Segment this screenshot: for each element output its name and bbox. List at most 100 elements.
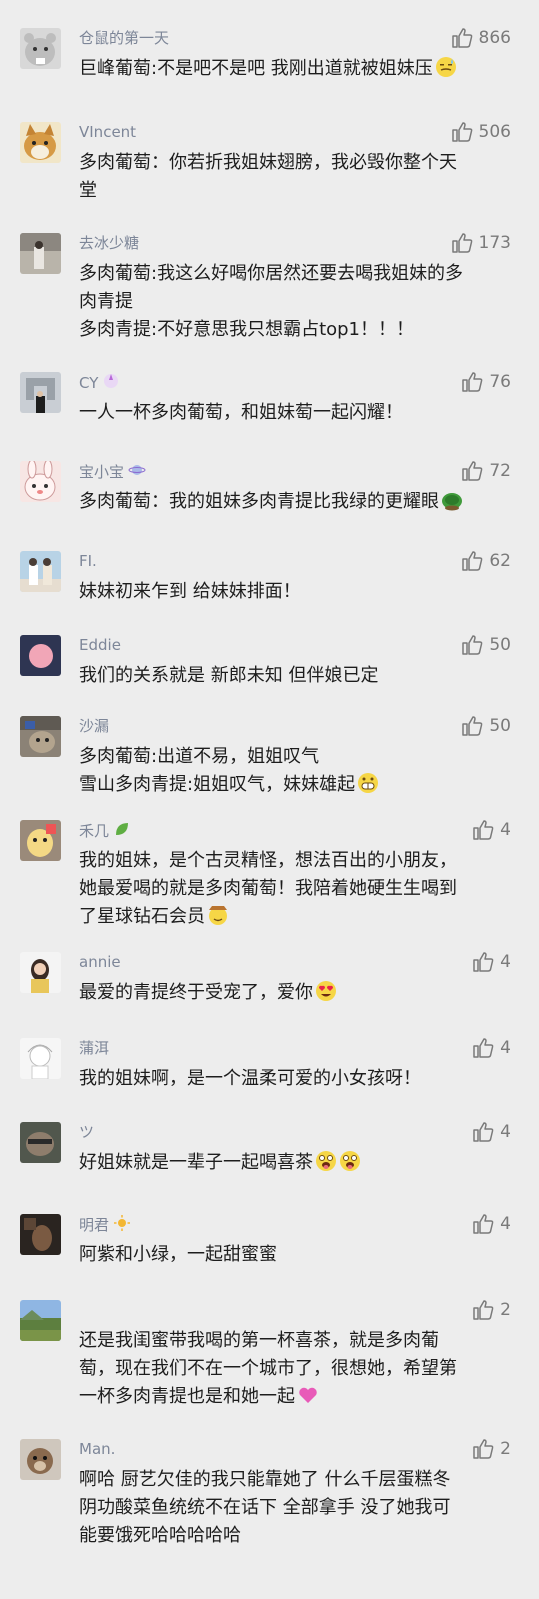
comment-line: 妹妹初来乍到 给妹妹排面！ [79, 581, 301, 602]
avatar[interactable] [20, 1300, 61, 1341]
comment-text: 多肉葡萄：我的姐妹多肉青提比我绿的更耀眼 [79, 488, 515, 520]
avatar[interactable] [20, 1214, 61, 1255]
comment-line: 雪山多肉青提:姐姐叹气，妹妹雄起 [79, 771, 515, 803]
thumbs-up-icon [472, 1121, 494, 1143]
thumbs-up-icon [461, 715, 483, 737]
comment-line: 我的姐妹啊，是一个温柔可爱的小女孩呀！ [79, 1068, 421, 1089]
avatar[interactable] [20, 635, 61, 676]
like-button[interactable]: 4 [472, 951, 511, 973]
unicorn-icon [102, 372, 120, 395]
planet-icon [128, 461, 146, 484]
turtle-emoji-icon [441, 489, 463, 520]
like-button[interactable]: 4 [472, 1213, 511, 1235]
username[interactable]: 蒲洱 [79, 1038, 109, 1058]
comment-text: 啊哈 厨艺欠佳的我只能靠她了 什么千层蛋糕冬 阴功酸菜鱼统统不在话下 全部拿手 没… [79, 1466, 515, 1550]
avatar[interactable] [20, 233, 61, 274]
comment-line: 还是我闺蜜带我喝的第一杯喜茶，就是多肉葡 [79, 1330, 439, 1351]
avatar[interactable] [20, 952, 61, 993]
like-count: 2 [500, 1439, 511, 1459]
thumbs-up-icon [472, 819, 494, 841]
comment-text: 巨峰葡萄:不是吧不是吧 我刚出道就被姐妹压 [79, 55, 515, 87]
like-button[interactable]: 50 [461, 634, 511, 656]
comment-line: 多肉葡萄：你若折我姐妹翅膀，我必毁你整个天 [79, 152, 457, 173]
username[interactable]: 禾几 [79, 820, 131, 843]
thumbs-up-icon [461, 460, 483, 482]
avatar[interactable] [20, 820, 61, 861]
username[interactable]: VIncent [79, 122, 136, 142]
comment-text: 多肉葡萄:我这么好喝你居然还要去喝我姐妹的多 肉青提 多肉青提:不好意思我只想霸占t… [79, 260, 515, 344]
avatar[interactable] [20, 716, 61, 757]
sun-icon [113, 1214, 131, 1237]
like-count: 50 [489, 635, 511, 655]
like-button[interactable]: 72 [461, 460, 511, 482]
comment-text: 我的姐妹啊，是一个温柔可爱的小女孩呀！ [79, 1065, 515, 1093]
comment-line: 多肉葡萄：我的姐妹多肉青提比我绿的更耀眼 [79, 488, 515, 520]
thumbs-up-icon [472, 1299, 494, 1321]
comment-line: 了星球钻石会员 [79, 903, 515, 935]
username[interactable]: annie [79, 952, 121, 972]
comment-text: 一人一杯多肉葡萄，和姐妹萄一起闪耀！ [79, 399, 515, 427]
username[interactable]: 宝小宝 [79, 461, 146, 484]
thumbs-up-icon [451, 232, 473, 254]
avatar[interactable] [20, 551, 61, 592]
comment-text: 阿紫和小绿，一起甜蜜蜜 [79, 1241, 515, 1269]
heart-emoji-icon [297, 1384, 319, 1415]
comment-line: 巨峰葡萄:不是吧不是吧 我刚出道就被姐妹压 [79, 55, 515, 87]
username[interactable]: CY [79, 372, 120, 395]
comment-line: 好姐妹就是一辈子一起喝喜茶 [79, 1149, 515, 1181]
avatar[interactable] [20, 28, 61, 69]
username[interactable]: ツ [79, 1122, 94, 1142]
like-button[interactable]: 173 [451, 232, 511, 254]
sweat-emoji-icon [435, 56, 457, 87]
like-count: 72 [489, 461, 511, 481]
like-button[interactable]: 506 [451, 121, 511, 143]
avatar[interactable] [20, 122, 61, 163]
comment-line: 啊哈 厨艺欠佳的我只能靠她了 什么千层蛋糕冬 [79, 1469, 451, 1490]
thumbs-up-icon [472, 1037, 494, 1059]
thumbs-up-icon [472, 1213, 494, 1235]
like-button[interactable]: 4 [472, 819, 511, 841]
like-button[interactable]: 50 [461, 715, 511, 737]
comment-line: 阿紫和小绿，一起甜蜜蜜 [79, 1244, 277, 1265]
like-button[interactable]: 62 [461, 550, 511, 572]
comment-line: 多肉葡萄:我这么好喝你居然还要去喝我姐妹的多 [79, 263, 464, 284]
comment-line: 多肉青提:不好意思我只想霸占top1！！！ [79, 319, 415, 340]
thumbs-up-icon [472, 1438, 494, 1460]
tongue2-emoji-icon [315, 1150, 337, 1181]
like-count: 173 [478, 233, 511, 253]
grin-emoji-icon [357, 772, 379, 803]
comment-line: 能要饿死哈哈哈哈哈 [79, 1525, 241, 1546]
like-count: 866 [478, 28, 511, 48]
comment-text: 我的姐妹，是个古灵精怪，想法百出的小朋友， 她最爱喝的就是多肉葡萄！我陪着她硬生生… [79, 847, 515, 935]
comment-line: 一杯多肉青提也是和她一起 [79, 1383, 515, 1415]
hearteyes-emoji-icon [315, 980, 337, 1011]
comment-line: 多肉葡萄:出道不易，姐姐叹气 [79, 746, 320, 767]
comment-line: 萄，现在我们不在一个城市了，很想她，希望第 [79, 1358, 457, 1379]
comment-text: 多肉葡萄:出道不易，姐姐叹气雪山多肉青提:姐姐叹气，妹妹雄起 [79, 743, 515, 803]
username[interactable]: 去冰少糖 [79, 233, 139, 253]
like-count: 2 [500, 1300, 511, 1320]
like-button[interactable]: 2 [472, 1438, 511, 1460]
username[interactable]: Man. [79, 1439, 115, 1459]
avatar[interactable] [20, 1439, 61, 1480]
like-button[interactable]: 4 [472, 1037, 511, 1059]
like-button[interactable]: 866 [451, 27, 511, 49]
comment-text: 最爱的青提终于受宠了，爱你 [79, 979, 515, 1011]
thumbs-up-icon [451, 121, 473, 143]
username[interactable]: Eddie [79, 635, 121, 655]
comment-line: 阴功酸菜鱼统统不在话下 全部拿手 没了她我可 [79, 1497, 451, 1518]
like-count: 4 [500, 952, 511, 972]
avatar[interactable] [20, 461, 61, 502]
comment-text: 我们的关系就是 新郎未知 但伴娘已定 [79, 662, 515, 690]
username[interactable]: FI. [79, 551, 97, 571]
username[interactable]: 沙漏 [79, 716, 109, 736]
username[interactable]: 仓鼠的第一天 [79, 28, 169, 48]
avatar[interactable] [20, 1038, 61, 1079]
avatar[interactable] [20, 372, 61, 413]
comment-text: 多肉葡萄：你若折我姐妹翅膀，我必毁你整个天堂 [79, 149, 515, 205]
like-button[interactable]: 2 [472, 1299, 511, 1321]
like-button[interactable]: 76 [461, 371, 511, 393]
avatar[interactable] [20, 1122, 61, 1163]
like-button[interactable]: 4 [472, 1121, 511, 1143]
username[interactable]: 明君 [79, 1214, 131, 1237]
